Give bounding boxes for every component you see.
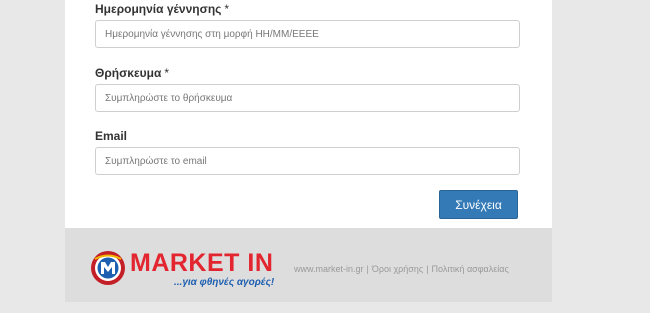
privacy-link[interactable]: Πολιτική ασφαλείας — [432, 264, 509, 274]
required-marker: * — [224, 2, 230, 16]
logo-text: MARKET IN — [130, 249, 274, 277]
birthdate-label: Ημερομηνία γέννησης * — [95, 2, 230, 16]
email-input[interactable] — [95, 147, 520, 175]
site-link[interactable]: www.market-in.gr — [294, 264, 364, 274]
footer: MARKET IN ...για φθηνές αγορές! www.mark… — [65, 228, 552, 302]
religion-input[interactable] — [95, 84, 520, 112]
market-in-logo[interactable]: MARKET IN ...για φθηνές αγορές! — [90, 245, 285, 293]
continue-button[interactable]: Συνέχεια — [439, 190, 518, 219]
religion-label: Θρήσκευμα * — [95, 66, 170, 80]
birthdate-input[interactable] — [95, 20, 520, 48]
terms-link[interactable]: Όροι χρήσης — [372, 264, 423, 274]
required-marker: * — [164, 66, 170, 80]
logo-tagline: ...για φθηνές αγορές! — [174, 277, 275, 288]
footer-links: www.market-in.gr | Όροι χρήσης | Πολιτική ασ… — [294, 264, 509, 274]
logo-mark-icon — [91, 251, 125, 285]
email-label: Email — [95, 129, 128, 143]
form-card: Ημερομηνία γέννησης* Θρήσκευμα* Email Συ… — [65, 0, 552, 228]
